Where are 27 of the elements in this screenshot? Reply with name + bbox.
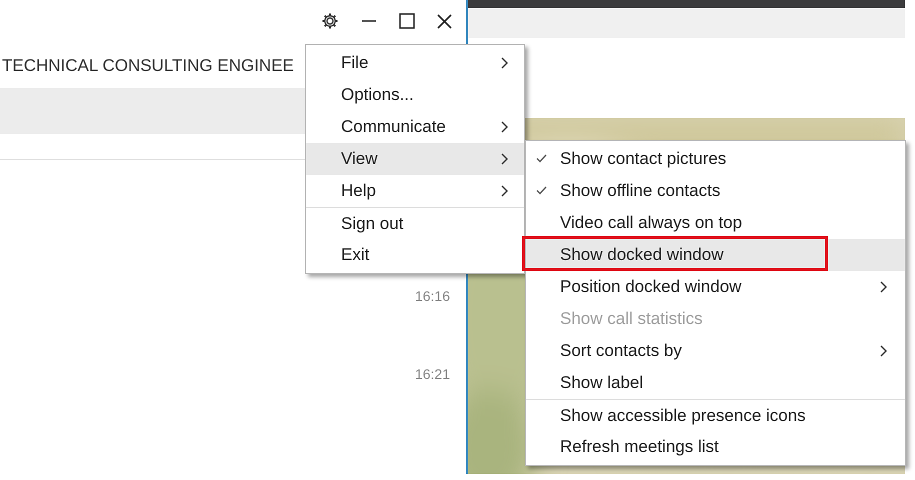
menu-item[interactable]: Sort contacts by: [526, 335, 905, 367]
chevron-icon: [501, 121, 508, 133]
menu-item[interactable]: Video call always on top: [526, 207, 905, 239]
chevron-icon: [501, 153, 508, 165]
timestamp: 16:16: [414, 288, 450, 304]
menu-item[interactable]: Show contact pictures: [526, 143, 905, 175]
chevron-icon: [501, 57, 508, 69]
settings-icon[interactable]: [321, 12, 339, 30]
chevron-icon: [880, 281, 887, 293]
job-title: TECHNICAL CONSULTING ENGINEE: [2, 56, 294, 77]
menu-item[interactable]: File: [306, 47, 524, 79]
menu-item[interactable]: Exit: [306, 239, 524, 271]
chevron-icon: [501, 185, 508, 197]
menu-item[interactable]: Show offline contacts: [526, 175, 905, 207]
menu-item[interactable]: View: [306, 143, 524, 175]
menu-item[interactable]: Show label: [526, 367, 905, 399]
chevron-icon: [880, 345, 887, 357]
menu-item[interactable]: Help: [306, 175, 524, 207]
menu-item[interactable]: Sign out: [306, 207, 524, 239]
menu-item[interactable]: Options...: [306, 79, 524, 111]
close-icon[interactable]: [437, 14, 452, 28]
maximize-icon[interactable]: [399, 13, 415, 29]
timestamp: 16:21: [414, 366, 450, 382]
menu-item[interactable]: Show accessible presence icons: [526, 399, 905, 431]
menu-item[interactable]: Position docked window: [526, 271, 905, 303]
menu-item[interactable]: Refresh meetings list: [526, 431, 905, 463]
menu-item[interactable]: Communicate: [306, 111, 524, 143]
